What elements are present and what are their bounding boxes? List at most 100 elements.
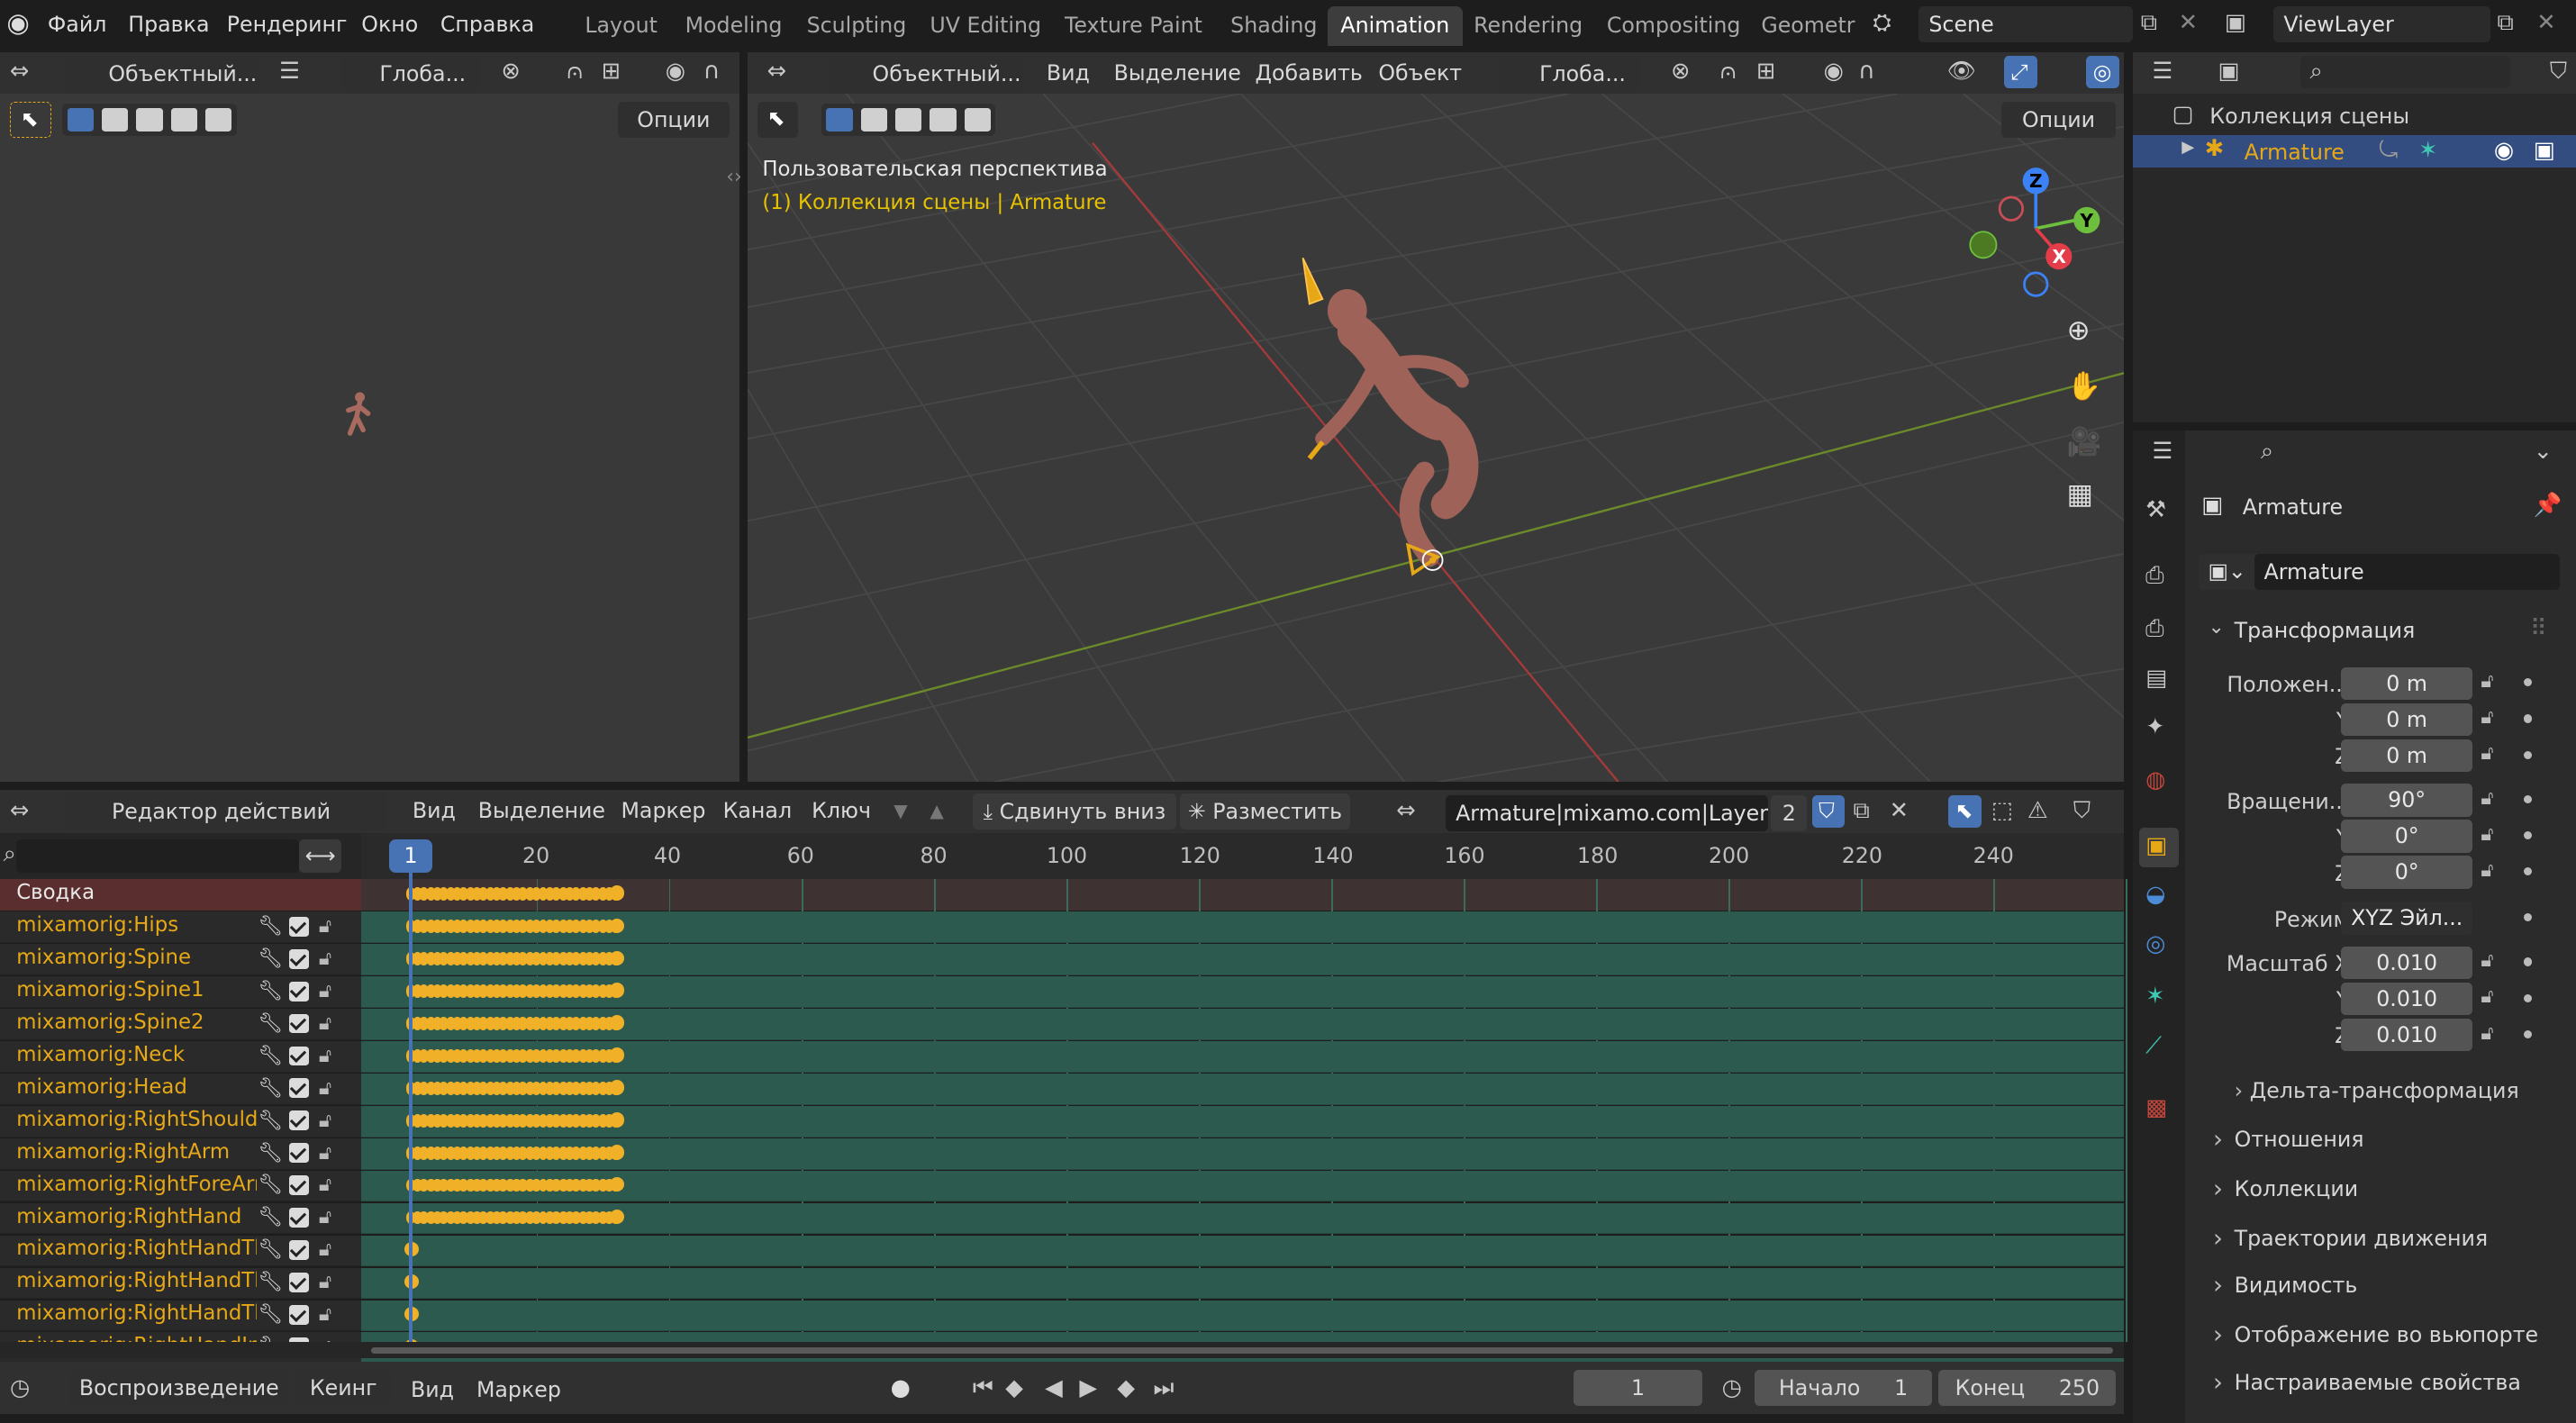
viewport-select-tool-icon[interactable]: ⬉ [757,102,799,139]
snap-icon[interactable]: ⩀ [567,60,583,84]
channel-enable-checkbox[interactable] [289,1304,309,1325]
rotation-mode-dropdown[interactable]: XYZ Эйл... [2341,902,2473,935]
wrench-icon[interactable]: 🔧︎ [258,1012,283,1035]
channel-row[interactable]: mixamorig:RightHand 🔧︎ 🔓︎ [0,1202,362,1235]
move-down-icon[interactable]: ▼ [893,802,907,820]
overlay-toggle-icon[interactable]: ◎ [2086,56,2119,89]
lock-icon[interactable]: 🔓︎ [319,1142,331,1165]
location-x-field[interactable]: 0 m [2341,666,2473,701]
viewport-snap-icon[interactable]: ⩀ [1720,60,1737,84]
lock-icon[interactable]: 🔓︎ [2481,949,2493,972]
channel-row[interactable]: mixamorig:Spine 🔧︎ 🔓︎ [0,944,362,975]
viewport-selection-modes[interactable] [821,103,996,137]
physics-tab-icon[interactable]: ◎ [2145,932,2165,956]
ds-menu-channel[interactable]: Канал [723,798,793,823]
props-search-input[interactable] [2250,435,2462,468]
channel-keyframe-row[interactable] [361,1105,2125,1137]
drag-handle-icon[interactable]: ⠿ [2530,617,2547,641]
pivot-icon[interactable]: ⊗ [501,60,520,84]
wrench-icon[interactable]: 🔧︎ [258,1271,283,1293]
snap-target-icon[interactable]: ⊞ [602,60,621,84]
panel-custom-properties[interactable]: Настраиваемые свойства [2198,1362,2560,1405]
armature-figure[interactable] [1302,257,1479,576]
visibility-icon[interactable]: 👁 [1946,60,1975,84]
channel-enable-checkbox[interactable] [289,1208,309,1228]
menu-help[interactable]: Справка [440,12,534,37]
collapse-arrow-icon[interactable]: ‹› [726,168,742,187]
selection-modes[interactable] [62,103,237,137]
record-icon[interactable]: ● [891,1376,911,1400]
viewport-snap-target-icon[interactable]: ⊞ [1756,60,1775,84]
props-editor-icon[interactable]: ☰ [2152,440,2172,464]
object-name-field[interactable]: Armature [2254,553,2560,590]
camera-view-icon[interactable]: 🎥 [2067,429,2102,457]
channel-enable-checkbox[interactable] [289,1240,309,1260]
lock-icon[interactable]: 🔓︎ [319,1110,331,1132]
editor-type-icon[interactable]: ⇔ [10,60,29,84]
blender-logo-icon[interactable]: ◉ [4,9,33,40]
channel-keyframe-row[interactable] [361,1300,2125,1332]
keyframe-dot[interactable] [2523,993,2532,1002]
scale-z-field[interactable]: 0.010 [2341,1018,2473,1052]
navigation-gizmo[interactable]: Z Y X [1964,159,2111,307]
outliner-search-input[interactable] [2299,56,2511,89]
channel-keyframe-row[interactable] [361,944,2125,975]
panel-visibility[interactable]: Видимость [2198,1264,2560,1308]
scene-tab-icon[interactable]: ✦ [2145,716,2164,739]
ds-menu-marker[interactable]: Маркер [621,798,705,823]
lock-icon[interactable]: 🔓︎ [319,1012,331,1035]
area-divider[interactable] [739,52,748,783]
wrench-icon[interactable]: 🔧︎ [258,915,283,938]
output-tab-icon[interactable]: ⎙ [2145,617,2163,641]
summary-channel[interactable]: Сводка [0,878,362,911]
wrench-icon[interactable]: 🔧︎ [258,1045,283,1067]
swap-arrows-icon[interactable]: ⟷ [298,839,342,873]
panel-collections[interactable]: Коллекции [2198,1167,2560,1211]
keyframe-dot[interactable] [2523,714,2532,723]
filter-icon[interactable]: ⛉ [2550,60,2567,84]
pin-icon[interactable]: 📌 [2534,494,2562,518]
errors-only-icon[interactable]: ⚠ [2027,800,2048,823]
channel-row[interactable]: mixamorig:RightHandThu 🔧︎ 🔓︎ [0,1267,362,1300]
keyframe-dot[interactable] [2523,913,2532,922]
wrench-icon[interactable]: 🔧︎ [258,980,283,1002]
action-name-field[interactable]: Armature|mixamo.com|Layer0 [1446,794,1768,831]
new-scene-icon[interactable]: ⧉ [2141,11,2157,35]
channel-keyframe-row[interactable] [361,1009,2125,1040]
action-users-count[interactable]: 2 [1771,794,1808,831]
tab-sculpting[interactable]: Sculpting [794,6,920,46]
stash-button[interactable]: ✳ Разместить [1179,793,1351,830]
action-browse-icon[interactable]: ⇔ [1396,800,1415,823]
viewport-3d[interactable]: Пользовательская перспектива (1) Коллекц… [747,93,2125,783]
lock-icon[interactable]: 🔓︎ [319,1271,331,1293]
frame-start-field[interactable]: Начало 1 [1755,1370,1933,1407]
lock-icon[interactable]: 🔓︎ [319,915,331,938]
select-tool-icon[interactable]: ⬉ [9,102,51,139]
zoom-icon[interactable]: ⊕ [2067,317,2091,345]
wrench-icon[interactable]: 🔧︎ [258,1077,283,1100]
lock-icon[interactable]: 🔓︎ [319,1303,331,1326]
channel-enable-checkbox[interactable] [289,1273,309,1292]
lock-icon[interactable]: 🔓︎ [2481,787,2493,810]
transform-panel-header[interactable]: ⌄ Трансформация ⠿ [2198,611,2560,651]
viewport-menu-select[interactable]: Выделение [1114,60,1241,86]
viewport-options-button[interactable]: Опции [2000,102,2117,139]
lock-icon[interactable]: 🔓︎ [2481,1022,2493,1045]
current-frame-field[interactable]: 1 [1574,1370,1702,1407]
lock-icon[interactable]: 🔓︎ [319,1174,331,1196]
display-mode-icon[interactable]: ▣ [2218,60,2239,84]
dopesheet-editor-icon[interactable]: ⇔ [10,800,29,823]
render-camera-icon[interactable]: ▣ [2534,139,2555,163]
play-icon[interactable]: ▶ [1079,1376,1097,1400]
keyframe-dot[interactable] [2523,1029,2532,1038]
scale-x-field[interactable]: 0.010 [2341,946,2473,980]
outliner-editor-icon[interactable]: ☰ [2152,60,2172,84]
channel-row[interactable]: mixamorig:Neck 🔧︎ 🔓︎ [0,1041,362,1073]
delta-transform-subpanel[interactable]: › Дельта-трансформация [2235,1078,2519,1103]
viewport-orientation-dropdown[interactable]: Глоба... [1500,56,1642,93]
channel-enable-checkbox[interactable] [289,1110,309,1131]
ortho-grid-icon[interactable]: ▦ [2067,481,2093,509]
keyframe[interactable] [609,918,625,934]
viewport-menu-add[interactable]: Добавить [1256,60,1363,86]
new-viewlayer-icon[interactable]: ⧉ [2498,11,2514,35]
